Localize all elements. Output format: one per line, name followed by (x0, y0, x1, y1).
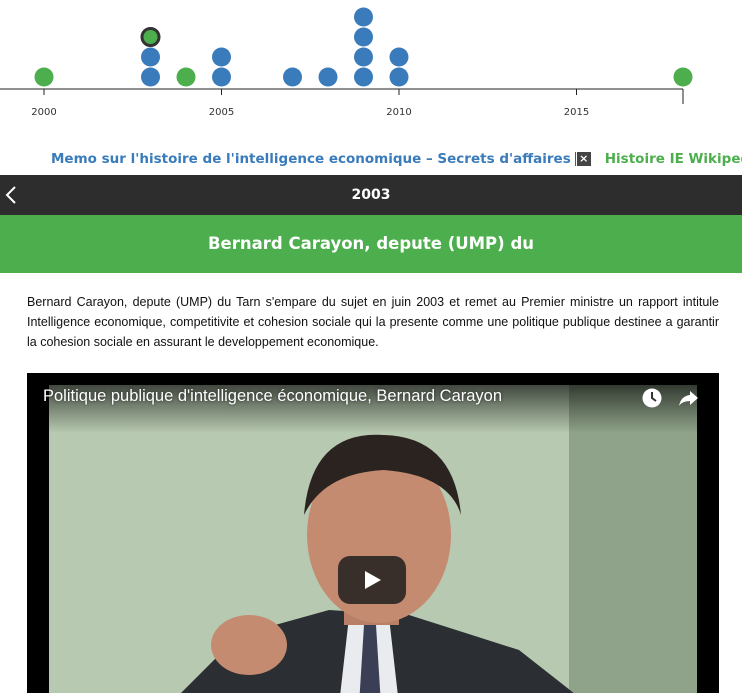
source-legend: Memo sur l'histoire de l'intelligence ec… (51, 151, 742, 171)
timeline-event-dot[interactable] (141, 47, 160, 67)
timeline-event-dot[interactable] (673, 67, 693, 87)
axis-tick-label: 2000 (31, 107, 56, 118)
timeline-event-dot[interactable] (354, 47, 373, 67)
share-arrow-icon[interactable] (677, 387, 699, 409)
timeline-event-dot[interactable] (389, 67, 409, 87)
timeline-event-dot[interactable] (34, 67, 54, 87)
timeline-event-dot[interactable] (354, 27, 373, 47)
timeline-event-dot-selected[interactable] (140, 27, 161, 47)
timeline-event-dot[interactable] (389, 47, 409, 67)
legend-separator (574, 152, 576, 166)
timeline-event-dot[interactable] (141, 67, 160, 87)
timeline-event-dot[interactable] (354, 67, 373, 87)
close-icon[interactable]: × (576, 152, 591, 166)
timeline-events (34, 7, 693, 87)
timeline-event-dot[interactable] (212, 67, 231, 87)
year-label: 2003 (351, 187, 391, 203)
timeline-event-dot[interactable] (283, 67, 302, 87)
axis-tick-label: 2005 (209, 107, 234, 118)
timeline-event-dot[interactable] (176, 67, 196, 87)
source-memo-link[interactable]: Memo sur l'histoire de l'intelligence ec… (51, 151, 571, 167)
event-title-text: Bernard Carayon, depute (UMP) du (207, 234, 534, 253)
timeline-event-dot[interactable] (354, 7, 373, 27)
play-icon[interactable] (338, 556, 406, 604)
timeline-event-dot[interactable] (318, 67, 338, 87)
video-player[interactable]: Politique publique d'intelligence économ… (27, 373, 719, 693)
axis-tick-label: 2015 (564, 107, 589, 118)
timeline-chart: 2000 2005 2010 2015 (0, 7, 693, 118)
year-header: 2003 (0, 175, 742, 215)
chevron-left-icon[interactable] (4, 186, 20, 204)
event-title: Bernard Carayon, depute (UMP) du (0, 215, 742, 273)
video-title[interactable]: Politique publique d'intelligence économ… (43, 387, 502, 406)
timeline-event-dot[interactable] (212, 47, 231, 67)
axis-tick-label: 2010 (386, 107, 411, 118)
clock-icon[interactable] (641, 387, 663, 409)
timeline-axis: 2000 2005 2010 2015 (0, 88, 684, 118)
source-wikipedia-link[interactable]: Histoire IE Wikipedia (605, 151, 742, 167)
event-description: Bernard Carayon, depute (UMP) du Tarn s'… (27, 295, 719, 349)
